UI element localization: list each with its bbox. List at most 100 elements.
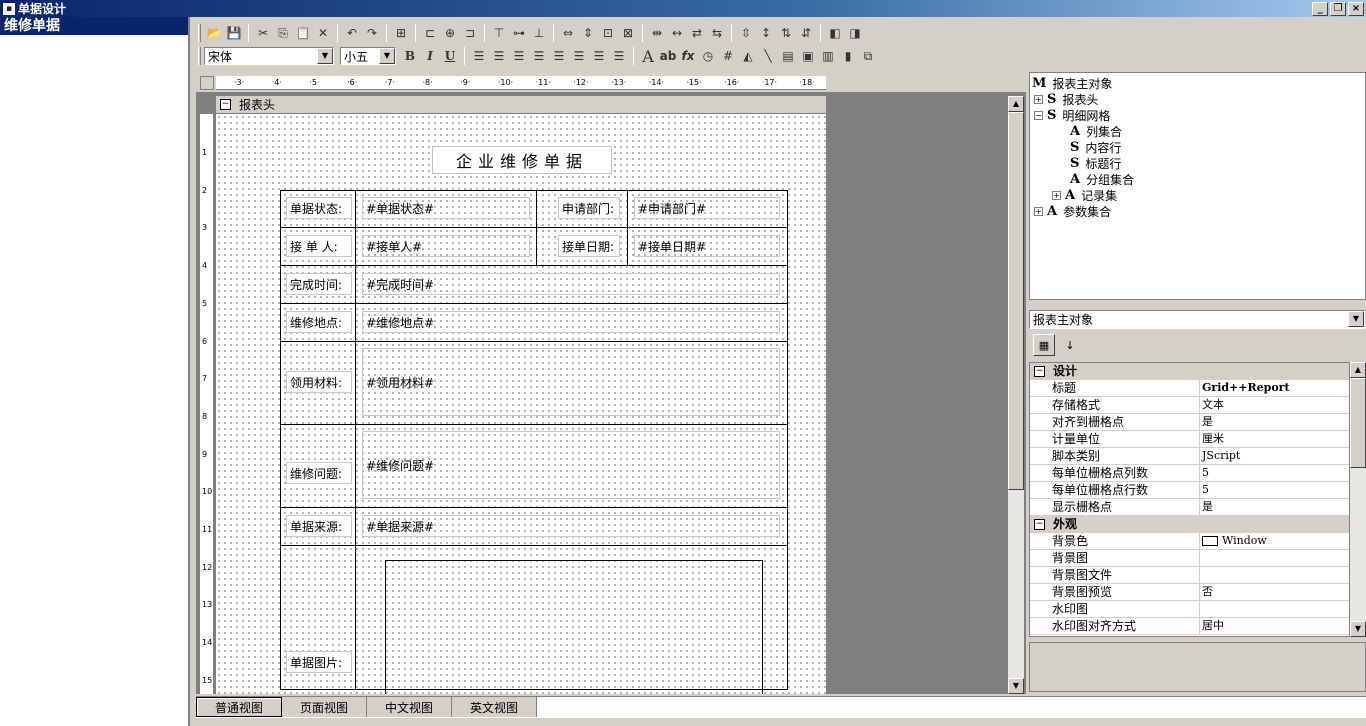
close-button[interactable]: ×	[1348, 1, 1364, 16]
property-value[interactable]: Grid++Report	[1200, 380, 1349, 396]
text-align-middle-icon[interactable]: ☰	[549, 46, 569, 66]
static-text-icon[interactable]: A	[638, 46, 658, 66]
property-value[interactable]	[1200, 601, 1349, 617]
same-height-icon[interactable]: ⇕	[578, 23, 598, 43]
categorized-icon[interactable]: ▦	[1033, 334, 1055, 356]
property-value[interactable]: JScript	[1200, 448, 1349, 464]
minimize-button[interactable]: _	[1312, 1, 1328, 16]
text-align-right-icon[interactable]: ☰	[509, 46, 529, 66]
sort-alpha-icon[interactable]: ↓	[1059, 334, 1081, 356]
finish-time-label[interactable]: 完成时间:	[286, 273, 352, 295]
place-field[interactable]: #维修地点#	[362, 311, 780, 333]
align-left-icon[interactable]: ⊏	[420, 23, 440, 43]
chart-icon[interactable]: ▥	[818, 46, 838, 66]
formula-icon[interactable]: fx	[678, 46, 698, 66]
property-value[interactable]: Window	[1200, 533, 1349, 549]
material-label[interactable]: 领用材料:	[286, 371, 352, 393]
property-value[interactable]: 文本	[1200, 397, 1349, 413]
property-value[interactable]: 居中	[1200, 618, 1349, 634]
tab-page-view[interactable]: 页面视图	[282, 697, 368, 717]
tree-node-detailgrid[interactable]: − S 明细网格	[1034, 107, 1110, 123]
property-row[interactable]: 存储格式 文本	[1030, 397, 1349, 414]
same-size-icon[interactable]: ⊡	[598, 23, 618, 43]
property-row[interactable]: 脚本类别 JScript	[1030, 448, 1349, 465]
tab-english-view[interactable]: 英文视图	[452, 697, 538, 717]
toolbar-grip[interactable]	[198, 47, 201, 65]
text-align-fill-icon[interactable]: ☰	[609, 46, 629, 66]
align-right-icon[interactable]: ⊐	[460, 23, 480, 43]
property-row[interactable]: 对齐到栅格点是	[1030, 414, 1349, 431]
text-align-top-icon[interactable]: ☰	[529, 46, 549, 66]
property-category-design[interactable]: − 设计	[1030, 363, 1349, 380]
hspace-dec-icon[interactable]: ⇄	[687, 23, 707, 43]
hspace-remove-icon[interactable]: ⇆	[707, 23, 727, 43]
subreport-icon[interactable]: ⧉	[858, 46, 878, 66]
report-sheet[interactable]: 企业维修单据 单据状态: #单据状态# 申请部门: #申请部门# 接 单 人: …	[216, 114, 826, 694]
bold-button[interactable]: B	[400, 46, 420, 66]
restore-button[interactable]: ❐	[1330, 1, 1346, 16]
send-back-icon[interactable]: ◨	[845, 23, 865, 43]
expand-icon[interactable]: +	[1034, 206, 1043, 216]
tab-normal-view[interactable]: 普通视图	[196, 697, 283, 717]
problem-label[interactable]: 维修问题:	[286, 462, 352, 484]
font-name-select[interactable]: 宋体 ▼	[204, 47, 334, 65]
receiver-label[interactable]: 接 单 人:	[286, 235, 352, 257]
tree-node-groups[interactable]: A 分组集合	[1070, 171, 1134, 187]
dept-field[interactable]: #申请部门#	[634, 197, 780, 219]
field-box-icon[interactable]: ab	[658, 46, 678, 66]
place-label[interactable]: 维修地点:	[286, 311, 352, 333]
hspace-equal-icon[interactable]: ⇹	[647, 23, 667, 43]
underline-button[interactable]: U	[440, 46, 460, 66]
tree-node-parameters[interactable]: + A 参数集合	[1034, 203, 1111, 219]
finish-time-field[interactable]: #完成时间#	[362, 273, 780, 295]
status-field[interactable]: #单据状态#	[362, 197, 530, 219]
chevron-down-icon[interactable]: ▼	[1348, 311, 1364, 327]
font-size-select[interactable]: 小五 ▼	[340, 47, 396, 65]
redo-icon[interactable]: ↷	[362, 23, 382, 43]
property-row[interactable]: 标题 Grid++Report	[1030, 380, 1349, 397]
vspace-equal-icon[interactable]: ⇳	[736, 23, 756, 43]
bring-front-icon[interactable]: ◧	[825, 23, 845, 43]
property-row[interactable]: 水印图对齐方式 居中	[1030, 618, 1349, 635]
expand-icon[interactable]: +	[1052, 190, 1061, 200]
italic-button[interactable]: I	[420, 46, 440, 66]
scroll-up-icon[interactable]: ▲	[1350, 362, 1366, 378]
property-row[interactable]: 显示栅格点是	[1030, 499, 1349, 516]
problem-field[interactable]: #维修问题#	[362, 431, 780, 499]
object-select[interactable]: 报表主对象 ▼	[1029, 310, 1365, 329]
collapse-icon[interactable]: −	[1034, 365, 1045, 377]
undo-icon[interactable]: ↶	[342, 23, 362, 43]
property-value[interactable]: 5	[1200, 482, 1349, 498]
cut-icon[interactable]: ✂	[253, 23, 273, 43]
dept-label[interactable]: 申请部门:	[558, 197, 620, 219]
align-bottom-icon[interactable]: ⊥	[529, 23, 549, 43]
barcode-icon[interactable]: ▮	[838, 46, 858, 66]
tree-node-reporthead[interactable]: + S 报表头	[1034, 91, 1098, 107]
richtext-icon[interactable]: ▤	[778, 46, 798, 66]
expand-icon[interactable]: +	[1034, 94, 1043, 104]
hspace-inc-icon[interactable]: ↔	[667, 23, 687, 43]
image-label[interactable]: 单据图片:	[286, 651, 352, 673]
property-row[interactable]: 背景色 Window	[1030, 533, 1349, 550]
vspace-remove-icon[interactable]: ⇵	[796, 23, 816, 43]
property-row[interactable]: 每单位栅格点列数 5	[1030, 465, 1349, 482]
copy-icon[interactable]: ⎘	[273, 23, 293, 43]
collapse-icon[interactable]: −	[220, 99, 231, 110]
document-item[interactable]: 维修单据	[0, 17, 188, 35]
scroll-thumb[interactable]	[1008, 112, 1024, 490]
collapse-icon[interactable]: −	[1034, 110, 1043, 120]
report-title[interactable]: 企业维修单据	[432, 146, 612, 174]
source-field[interactable]: #单据来源#	[362, 515, 780, 537]
date-label[interactable]: 接单日期:	[558, 235, 620, 257]
shape-icon[interactable]: ◭	[738, 46, 758, 66]
same-width-icon[interactable]: ⇔	[558, 23, 578, 43]
property-row[interactable]: 计量单位 厘米	[1030, 431, 1349, 448]
tree-node-root[interactable]: M 报表主对象	[1032, 75, 1112, 91]
delete-icon[interactable]: ✕	[313, 23, 333, 43]
datetime-icon[interactable]: ◷	[698, 46, 718, 66]
property-row[interactable]: 水印图	[1030, 601, 1349, 618]
property-row[interactable]: 背景图文件	[1030, 567, 1349, 584]
property-row[interactable]: 背景图预览否	[1030, 584, 1349, 601]
size-to-grid-icon[interactable]: ⊠	[618, 23, 638, 43]
tree-node-titlerow[interactable]: S 标题行	[1070, 155, 1121, 171]
